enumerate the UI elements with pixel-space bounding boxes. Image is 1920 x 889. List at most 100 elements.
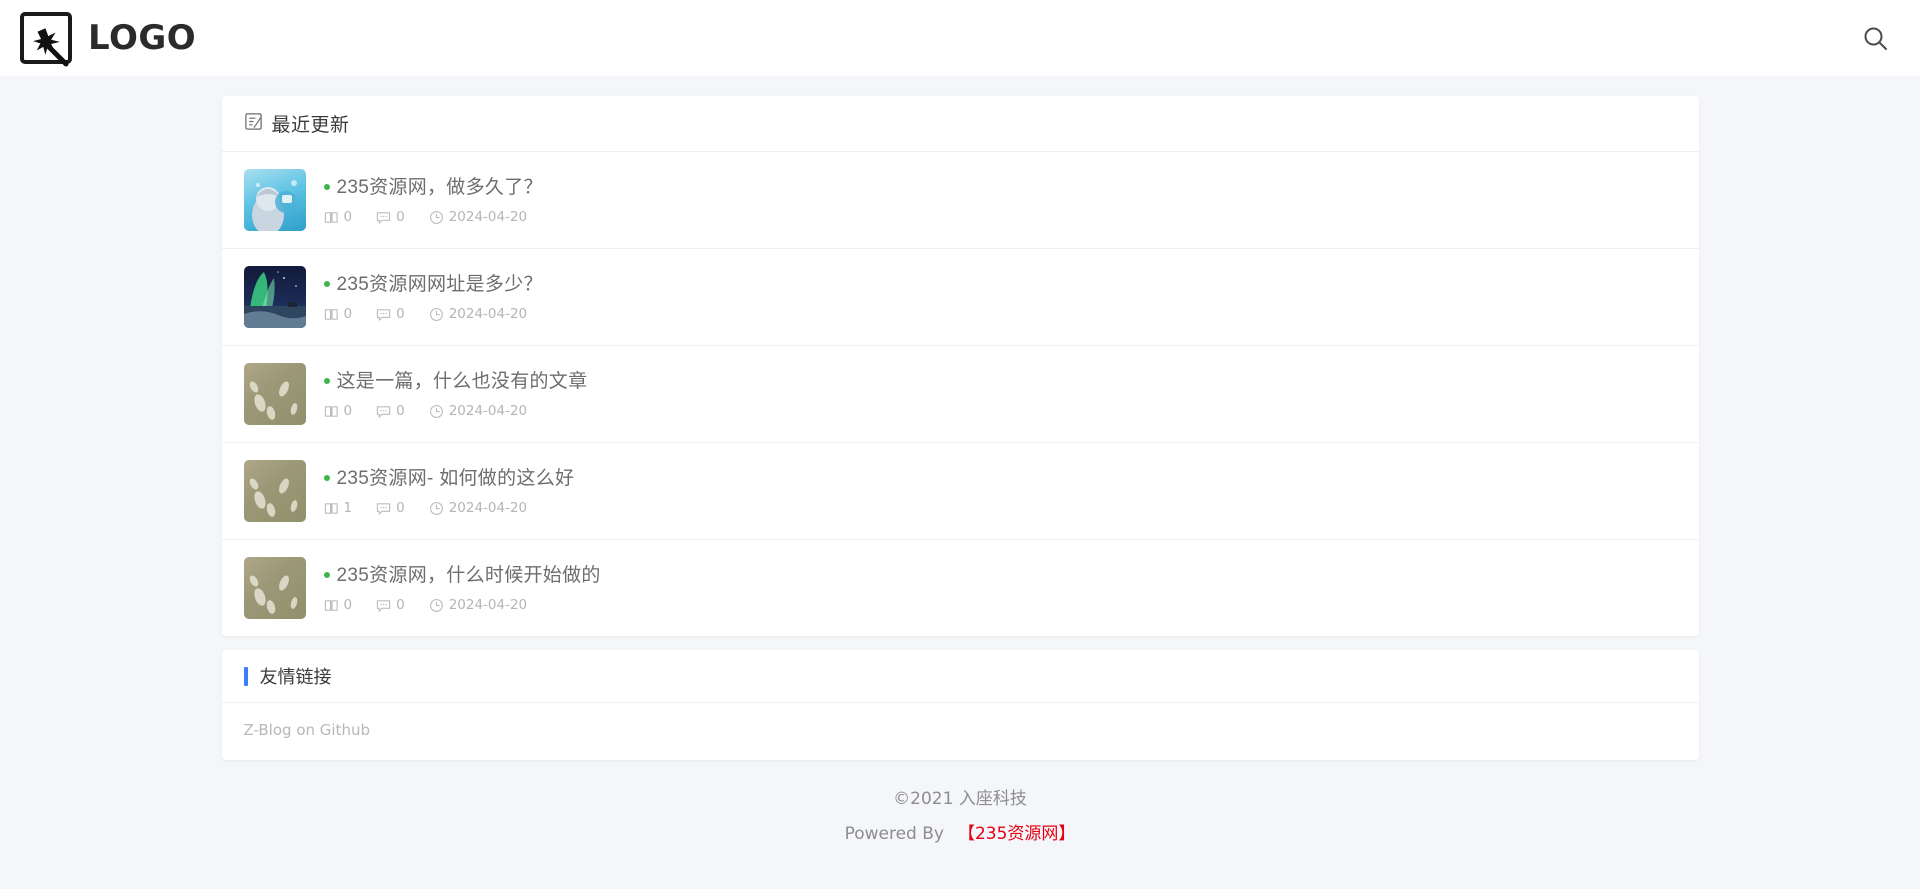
post-list: 235资源网，做多久了？ 0 0 2024-04-20 235资源网网址是多少？… xyxy=(221,152,1699,636)
post-title-line: 235资源网，做多久了？ xyxy=(323,175,1677,201)
friend-links-body: Z-Blog on Github xyxy=(222,703,1699,760)
post-body: 235资源网，做多久了？ 0 0 2024-04-20 xyxy=(323,175,1677,225)
views-meta: 0 xyxy=(324,209,353,226)
post-body: 235资源网，什么时候开始做的 0 0 2024-04-20 xyxy=(323,563,1677,613)
comments-count: 0 xyxy=(396,306,405,323)
views-count: 0 xyxy=(343,597,353,614)
comments-count: 0 xyxy=(396,209,405,226)
post-title-line: 235资源网，什么时候开始做的 xyxy=(323,563,1677,589)
clock-icon xyxy=(429,210,443,224)
site-footer: ©2021 入座科技 Powered By 【235资源网】 xyxy=(222,782,1699,852)
friend-link[interactable]: Z-Blog on Github xyxy=(244,721,370,739)
list-item[interactable]: 235资源网- 如何做的这么好 1 0 2024-04-20 xyxy=(221,443,1699,540)
powered-by-link[interactable]: 【235资源网】 xyxy=(958,817,1075,852)
comment-icon xyxy=(376,600,391,613)
date-meta: 2024-04-20 xyxy=(429,306,527,322)
post-thumbnail xyxy=(243,266,306,328)
recent-updates-header: 最近更新 xyxy=(221,96,1699,152)
date-meta: 2024-04-20 xyxy=(429,597,527,613)
search-icon[interactable] xyxy=(1852,15,1898,61)
post-title[interactable]: 235资源网，什么时候开始做的 xyxy=(337,563,601,589)
site-header: LOGO xyxy=(0,0,1920,76)
bullet-icon xyxy=(323,281,330,288)
page-body: 最近更新 235资源网，做多久了？ 0 0 2024-04-20 235资源网网… xyxy=(0,76,1920,889)
post-title-line: 235资源网网址是多少？ xyxy=(323,272,1677,298)
post-date: 2024-04-20 xyxy=(448,306,528,323)
comment-icon xyxy=(376,406,391,419)
views-count: 1 xyxy=(343,500,353,517)
comments-meta: 0 xyxy=(376,500,405,516)
post-body: 235资源网- 如何做的这么好 1 0 2024-04-20 xyxy=(323,466,1677,516)
post-date: 2024-04-20 xyxy=(448,597,528,614)
comments-meta: 0 xyxy=(376,403,405,419)
recent-updates-card: 最近更新 235资源网，做多久了？ 0 0 2024-04-20 235资源网网… xyxy=(221,96,1699,636)
post-title-line: 235资源网- 如何做的这么好 xyxy=(323,466,1677,492)
book-icon xyxy=(324,309,338,320)
bullet-icon xyxy=(323,184,330,191)
post-thumbnail xyxy=(243,460,306,522)
views-count: 0 xyxy=(343,209,353,226)
comments-count: 0 xyxy=(396,403,405,420)
date-meta: 2024-04-20 xyxy=(429,403,527,419)
views-count: 0 xyxy=(343,403,353,420)
book-icon xyxy=(324,503,338,514)
comments-meta: 0 xyxy=(376,306,405,322)
friend-links-title: 友情链接 xyxy=(259,667,332,687)
friend-links-header: 友情链接 xyxy=(221,650,1699,703)
powered-by-row: Powered By 【235资源网】 xyxy=(845,817,1076,852)
clock-icon xyxy=(429,598,443,612)
date-meta: 2024-04-20 xyxy=(429,209,527,225)
date-meta: 2024-04-20 xyxy=(429,500,527,516)
book-icon xyxy=(324,406,338,417)
comments-meta: 0 xyxy=(376,209,405,225)
bullet-icon xyxy=(323,378,330,385)
post-body: 235资源网网址是多少？ 0 0 2024-04-20 xyxy=(323,272,1677,322)
list-item[interactable]: 235资源网网址是多少？ 0 0 2024-04-20 xyxy=(221,249,1699,346)
comments-meta: 0 xyxy=(376,597,405,613)
comment-icon xyxy=(376,503,391,516)
post-title[interactable]: 235资源网，做多久了？ xyxy=(337,175,543,201)
post-title[interactable]: 235资源网网址是多少？ xyxy=(337,272,543,298)
clock-icon xyxy=(429,404,443,418)
list-item[interactable]: 235资源网，做多久了？ 0 0 2024-04-20 xyxy=(221,152,1699,249)
post-meta: 0 0 2024-04-20 xyxy=(324,209,1677,225)
views-count: 0 xyxy=(343,306,353,323)
post-title[interactable]: 这是一篇，什么也没有的文章 xyxy=(337,369,588,395)
comment-icon xyxy=(376,212,391,225)
post-thumbnail xyxy=(243,363,306,425)
book-icon xyxy=(324,212,338,223)
list-item[interactable]: 这是一篇，什么也没有的文章 0 0 2024-04-20 xyxy=(221,346,1699,443)
post-date: 2024-04-20 xyxy=(448,500,528,517)
friend-links-card: 友情链接 Z-Blog on Github xyxy=(221,650,1699,760)
comments-count: 0 xyxy=(396,500,405,517)
clock-icon xyxy=(429,307,443,321)
page-title: 最近更新 xyxy=(271,115,350,136)
post-date: 2024-04-20 xyxy=(448,403,528,420)
views-meta: 0 xyxy=(324,403,353,420)
post-meta: 0 0 2024-04-20 xyxy=(324,403,1677,419)
logo-text: LOGO xyxy=(88,18,197,58)
post-body: 这是一篇，什么也没有的文章 0 0 2024-04-20 xyxy=(323,369,1677,419)
views-meta: 1 xyxy=(324,500,353,517)
post-thumbnail xyxy=(243,169,306,231)
post-date: 2024-04-20 xyxy=(448,209,528,226)
image-star-logo-icon xyxy=(20,12,72,67)
comments-count: 0 xyxy=(396,597,405,614)
brand-logo[interactable]: LOGO xyxy=(20,12,197,67)
post-meta: 0 0 2024-04-20 xyxy=(324,306,1677,322)
accent-bar-icon xyxy=(243,666,248,686)
comment-icon xyxy=(376,309,391,322)
book-icon xyxy=(324,600,338,611)
post-thumbnail xyxy=(243,557,306,619)
views-meta: 0 xyxy=(324,597,353,614)
post-title[interactable]: 235资源网- 如何做的这么好 xyxy=(337,466,575,492)
post-meta: 1 0 2024-04-20 xyxy=(324,500,1677,516)
post-meta: 0 0 2024-04-20 xyxy=(324,597,1677,613)
powered-by-label: Powered By xyxy=(844,823,944,844)
post-title-line: 这是一篇，什么也没有的文章 xyxy=(323,369,1677,395)
list-item[interactable]: 235资源网，什么时候开始做的 0 0 2024-04-20 xyxy=(222,540,1699,636)
note-edit-icon xyxy=(244,112,263,136)
views-meta: 0 xyxy=(324,306,353,323)
copyright-text: ©2021 入座科技 xyxy=(893,789,1027,809)
clock-icon xyxy=(429,501,443,515)
